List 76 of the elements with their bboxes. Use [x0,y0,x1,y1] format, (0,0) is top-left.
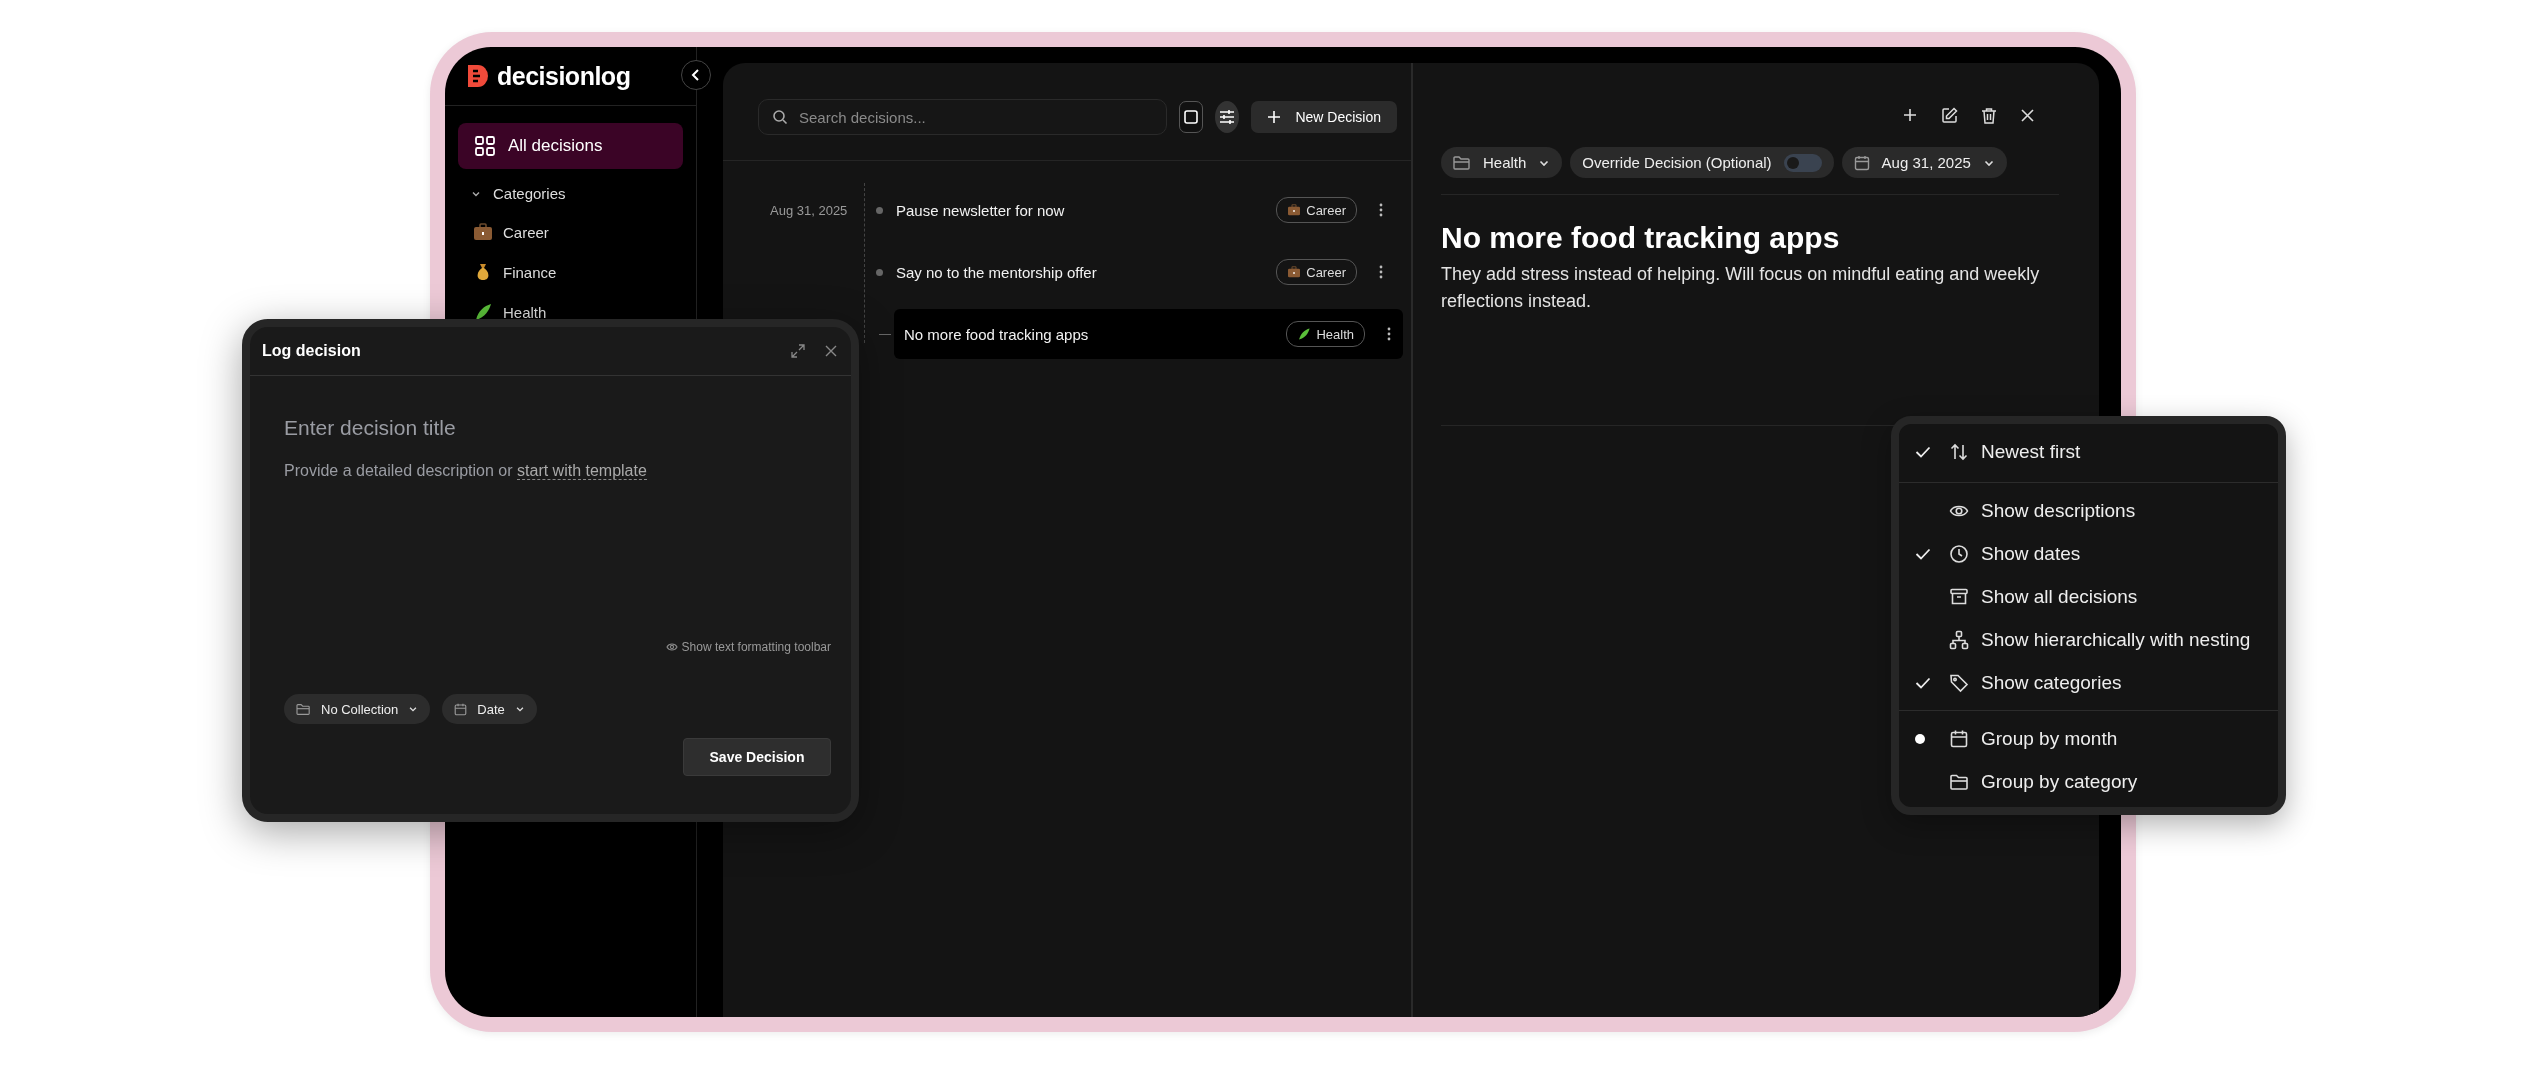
item-date: Aug 31, 2025 [769,202,849,218]
eye-icon [665,642,678,652]
toolbar-toggle-link[interactable]: Show text formatting toolbar [665,640,831,654]
square-icon [1183,109,1200,125]
decision-heading: No more food tracking apps [1441,221,1841,255]
title-field[interactable]: Enter decision title [284,416,831,440]
menu-item[interactable]: Show descriptions [1899,489,2278,532]
menu-item[interactable]: Group by month [1899,717,2278,760]
menu-item[interactable]: Show hierarchically with nesting [1899,618,2278,661]
hierarchy-icon [1949,629,1969,650]
briefcase-icon [473,223,493,241]
archive-icon [1949,586,1969,607]
decision-title: No more food tracking apps [904,325,1090,343]
decision-title: Say no to the mentorship offer [896,263,1098,281]
more-icon[interactable] [1379,265,1383,279]
decision-item[interactable]: Pause newsletter for now Career [886,185,1395,235]
folder-icon [296,702,311,716]
menu-item[interactable]: Show categories [1899,661,2278,704]
plus-icon [1267,110,1282,124]
more-icon[interactable] [1379,203,1383,217]
grid-icon [474,135,496,157]
chevron-down-icon [514,704,525,714]
menu-item[interactable]: Show dates [1899,532,2278,575]
more-icon[interactable] [1387,327,1391,341]
folder-icon [1453,154,1471,171]
timeline-dot [876,206,883,214]
sort-arrows-icon [1949,442,1969,462]
search-icon [772,109,788,125]
chevron-down-icon [408,704,419,714]
tag-icon [1949,672,1969,693]
calendar-icon [1853,154,1870,171]
logo-text: decisionlog [497,61,631,91]
sliders-icon [1218,108,1237,126]
dialog-title: Log decision [262,342,362,360]
new-decision-button[interactable]: New Decision [1251,101,1397,133]
menu-item[interactable]: Show all decisions [1899,575,2278,618]
calendar-icon [454,702,468,716]
category-item[interactable]: Career [445,212,696,252]
date-dropdown[interactable]: Aug 31, 2025 [1841,147,2007,178]
calendar-icon [1949,728,1969,749]
expand-icon[interactable] [791,344,805,358]
edit-icon[interactable] [1941,106,1958,124]
decision-description: They add stress instead of helping. Will focus on mindful eating and weekly reflections instead. [1441,263,2041,313]
briefcase-icon [1287,204,1302,216]
date-dropdown[interactable]: Date [442,694,537,724]
delete-icon[interactable] [1981,106,1997,124]
save-decision-button[interactable]: Save Decision [683,738,831,776]
categories-header[interactable]: Categories [471,185,696,202]
nav-item[interactable]: All decisions [458,123,683,169]
category-item[interactable]: Health [445,292,696,332]
decision-item[interactable]: No more food tracking apps Health [894,309,1403,359]
collection-dropdown[interactable]: No Collection [284,694,431,724]
template-link[interactable]: start with template [517,462,647,480]
briefcase-icon [1287,266,1302,278]
timeline-dot [876,268,883,276]
category-item[interactable]: Finance [445,252,696,292]
add-icon[interactable] [1902,107,1918,123]
description-field[interactable]: Provide a detailed description or start with template [284,462,831,480]
menu-item[interactable]: Newest first [1899,428,2278,476]
clock-icon [1949,543,1969,564]
search-field[interactable]: Search decisions... [758,99,1167,135]
decision-title: Pause newsletter for now [896,201,1066,219]
category-tag: Health [1286,321,1365,347]
category-tag: Career [1276,259,1357,285]
category-tag: Career [1276,197,1357,223]
override-label: Override Decision (Optional) [1582,154,1772,171]
collapse-button[interactable] [681,60,711,90]
override-toggle[interactable] [1783,153,1822,172]
menu-item[interactable]: Group by category [1899,760,2278,803]
settings-button[interactable] [1215,101,1240,133]
logo-icon [465,63,491,89]
timeline-connector [879,333,891,335]
select-button[interactable] [1179,101,1204,133]
leaf-icon [1297,327,1312,341]
collection-dropdown[interactable]: Health [1441,147,1563,178]
decision-item[interactable]: Say no to the mentorship offer Career [886,247,1395,297]
